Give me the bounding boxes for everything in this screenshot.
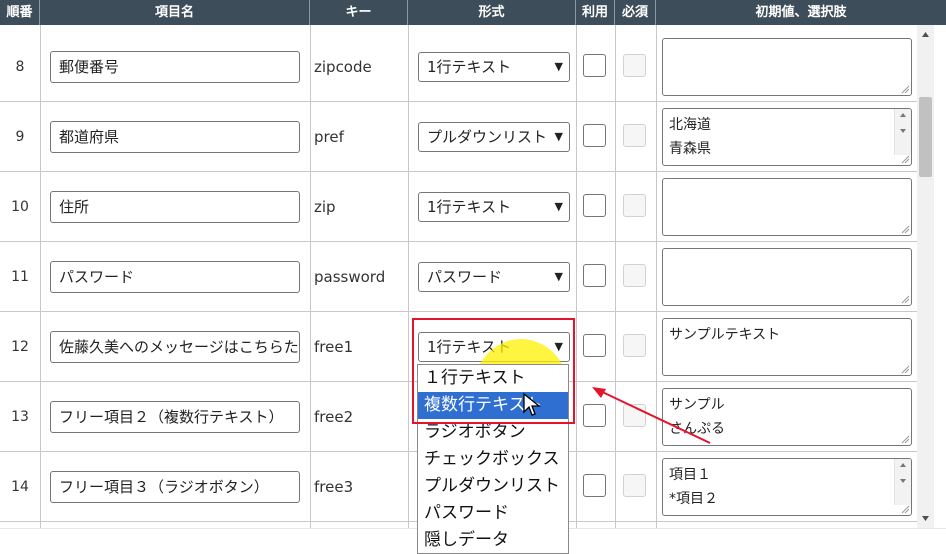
resize-grip-icon[interactable] [900,84,910,94]
item-name-input[interactable]: パスワード [50,261,300,293]
item-name-input[interactable]: 住所 [50,191,300,223]
column-divider [656,25,657,528]
row-order: 14 [11,479,29,495]
default-text: サンプルテキスト [669,327,781,343]
required-checkbox [623,334,646,357]
required-checkbox [623,474,646,497]
header-order: 順番 [0,0,40,25]
item-name-input[interactable]: フリー項目３（ラジオボタン） [50,471,300,503]
default-textarea[interactable]: 北海道 青森県 [662,108,912,166]
default-text: 項目１ *項目２ [669,467,718,507]
resize-grip-icon[interactable] [900,224,910,234]
format-select-value: 1行テキスト [427,58,512,76]
format-select-value: 1行テキスト [427,198,512,216]
table-row: 10 住所 zip 1行テキスト ▼ [0,172,917,242]
chevron-down-icon: ▼ [554,200,563,213]
annotation-box [412,318,575,424]
default-textarea[interactable] [662,248,912,306]
required-checkbox [623,264,646,287]
format-select[interactable]: 1行テキスト ▼ [418,192,570,222]
header-default-options: 初期値、選択肢 [755,5,847,20]
required-checkbox [623,54,646,77]
use-checkbox[interactable] [583,334,606,357]
item-name-input[interactable]: 都道府県 [50,121,300,153]
row-order: 12 [11,339,29,355]
resize-grip-icon[interactable] [900,364,910,374]
column-divider [40,25,41,528]
scrollbar-thumb[interactable] [919,97,932,177]
scroll-arrows-icon [900,113,906,133]
dropdown-option[interactable]: チェックボックス [418,446,568,473]
column-divider [310,25,311,528]
default-textarea[interactable]: 項目１ *項目２ [662,458,912,516]
use-checkbox[interactable] [583,194,606,217]
table-row: 11 パスワード password パスワード ▼ [0,242,917,312]
dropdown-option[interactable]: パスワード [418,500,568,527]
default-textarea[interactable] [662,178,912,236]
default-textarea[interactable]: サンプルテキスト [662,318,912,376]
required-checkbox [623,124,646,147]
row-order: 9 [15,129,25,145]
dropdown-option[interactable]: 隠しデータ [418,527,568,553]
resize-grip-icon[interactable] [900,294,910,304]
header-format: 形式 [408,0,576,25]
dropdown-option[interactable]: プルダウンリスト [418,473,568,500]
row-key: free2 [314,408,354,426]
use-checkbox[interactable] [583,54,606,77]
row-key: password [314,268,386,286]
mouse-cursor-icon [523,392,541,416]
textarea-scrollbar[interactable] [894,109,911,155]
resize-grip-icon[interactable] [900,434,910,444]
header-item-name: 項目名 [40,0,310,25]
default-textarea[interactable] [662,38,912,96]
format-select[interactable]: プルダウンリスト ▼ [418,122,570,152]
required-checkbox [623,194,646,217]
table-row: 8 郵便番号 zipcode 1行テキスト ▼ [0,32,917,102]
format-select-value: パスワード [427,268,503,286]
table-header: 順番 項目名 キー 形式 利用 必須 初期値、選択肢 [0,0,946,25]
column-divider [615,25,616,528]
resize-grip-icon[interactable] [900,154,910,164]
row-key: free1 [314,338,354,356]
row-key: zipcode [314,58,372,76]
row-key: free3 [314,478,354,496]
use-checkbox[interactable] [583,124,606,147]
format-select[interactable]: パスワード ▼ [418,262,570,292]
table-row: 9 都道府県 pref プルダウンリスト ▼ 北海道 青森県 [0,102,917,172]
row-key: pref [314,128,344,146]
header-key: キー [310,0,408,25]
item-name-input[interactable]: フリー項目２（複数行テキスト） [50,401,300,433]
chevron-down-icon: ▼ [554,130,563,143]
row-key: zip [314,198,336,216]
resize-grip-icon[interactable] [900,504,910,514]
chevron-down-icon: ▼ [554,60,563,73]
annotation-arrow-icon [592,387,711,444]
use-checkbox[interactable] [583,474,606,497]
format-select[interactable]: 1行テキスト ▼ [418,52,570,82]
item-name-input[interactable]: 佐藤久美へのメッセージはこちらた [50,331,300,363]
row-order: 8 [15,59,25,75]
format-select-value: プルダウンリスト [427,128,548,146]
row-order: 11 [11,269,29,285]
column-divider [576,25,577,528]
chevron-down-icon: ▼ [554,270,563,283]
header-use: 利用 [576,0,615,25]
use-checkbox[interactable] [583,264,606,287]
column-divider [408,25,409,528]
row-order: 10 [11,199,29,215]
row-order: 13 [11,409,29,425]
scroll-arrows-icon [900,463,906,483]
table-scrollbar[interactable] [917,25,934,528]
item-name-input[interactable]: 郵便番号 [50,51,300,83]
header-required: 必須 [615,0,656,25]
textarea-scrollbar[interactable] [894,459,911,505]
default-text: 北海道 青森県 [669,117,711,157]
